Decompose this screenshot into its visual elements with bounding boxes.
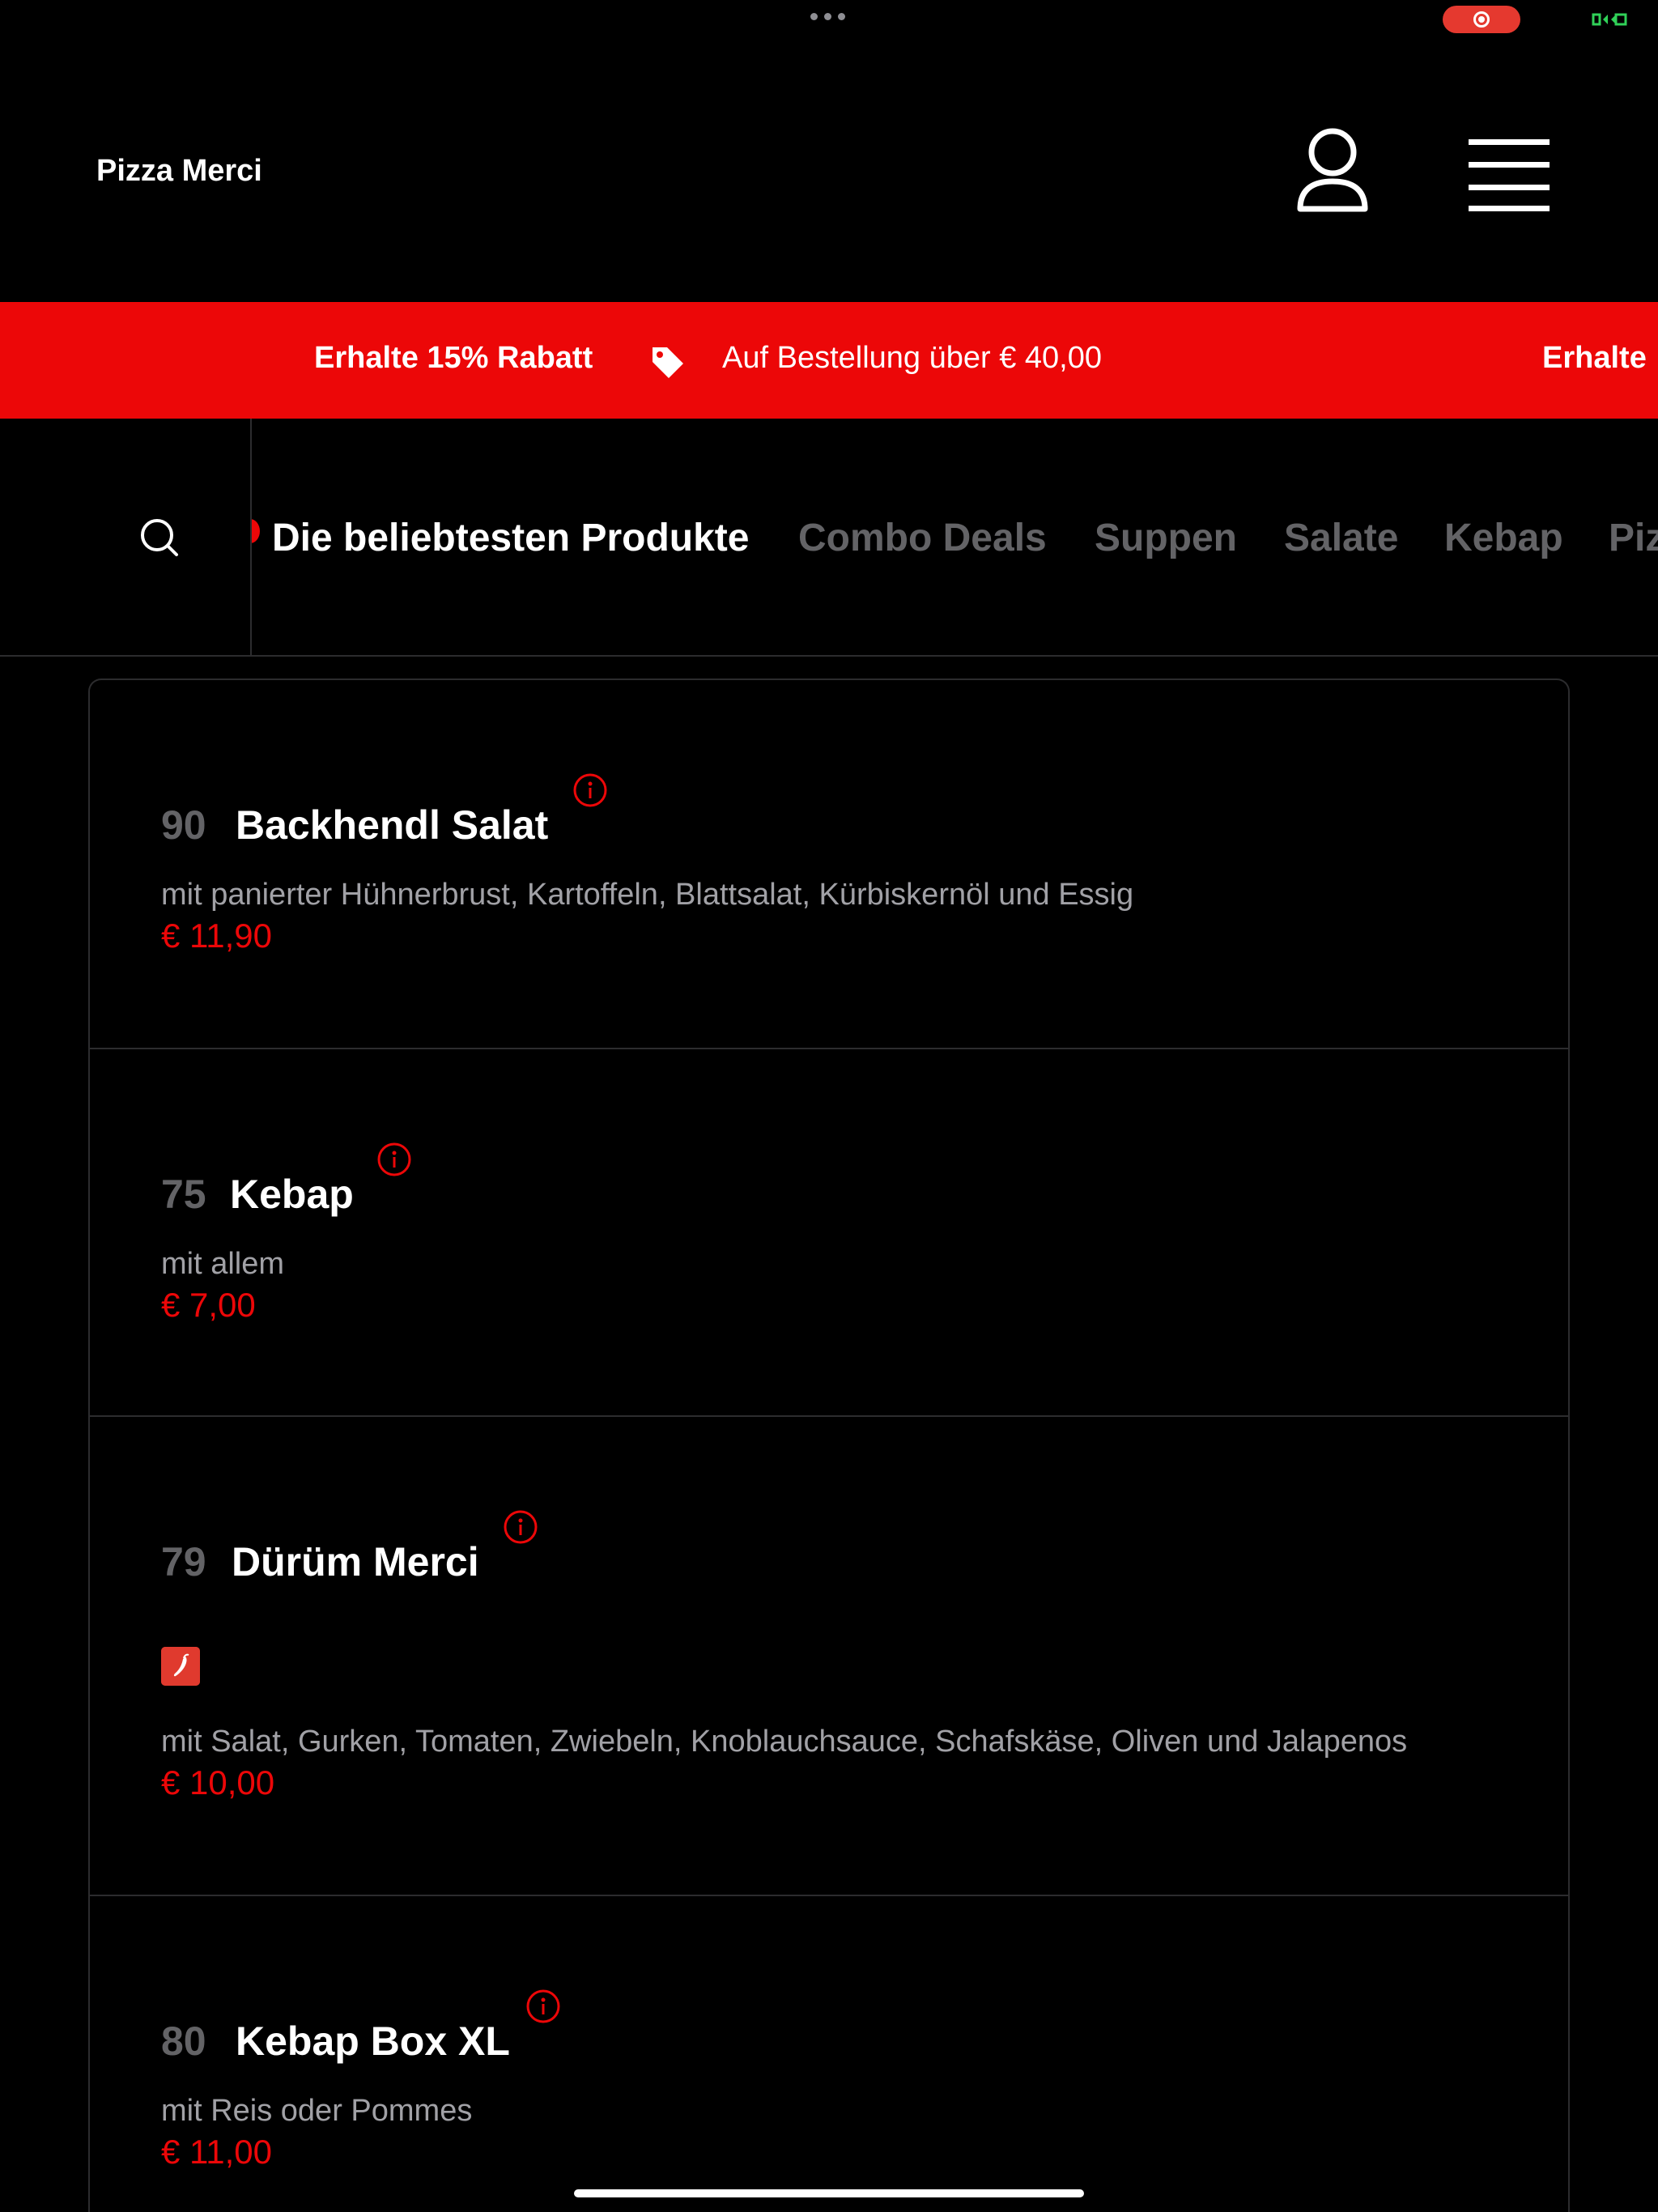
tab-popular-products[interactable]: Die beliebtesten Produkte <box>272 516 749 560</box>
tab-pizza[interactable]: Pizza <box>1609 516 1658 560</box>
menu-item-list: 90 Backhendl Salat mit panierter Hühnerb… <box>88 678 1570 2212</box>
item-price: € 10,00 <box>161 1763 275 1802</box>
info-icon[interactable] <box>525 1989 561 2024</box>
item-name: Kebap Box XL <box>236 2018 510 2064</box>
item-name: Kebap <box>230 1172 354 1217</box>
tab-combo-deals[interactable]: Combo Deals <box>798 516 1047 560</box>
camera-icon <box>1592 13 1627 26</box>
home-indicator[interactable] <box>574 2189 1084 2197</box>
promo-headline-repeat: Erhalte <box>1542 341 1647 375</box>
active-tab-indicator <box>252 519 260 543</box>
menu-item[interactable]: 79 Dürüm Merci mit Salat, Gurken, Tomate… <box>90 1417 1568 1896</box>
chili-pepper-icon <box>161 1647 200 1686</box>
item-price: € 11,90 <box>161 917 273 955</box>
menu-item[interactable]: 75 Kebap mit allem € 7,00 <box>90 1049 1568 1417</box>
promo-headline: Erhalte 15% Rabatt <box>314 341 593 375</box>
item-price: € 11,00 <box>161 2133 273 2171</box>
more-dots-icon[interactable] <box>810 13 846 24</box>
restaurant-title[interactable]: Pizza Merci <box>96 154 262 189</box>
item-description: mit Reis oder Pommes <box>161 2094 473 2128</box>
user-icon[interactable] <box>1292 125 1373 222</box>
promo-banner[interactable]: Erhalte 15% Rabatt Auf Bestellung über €… <box>0 302 1658 419</box>
search-icon[interactable] <box>138 516 183 561</box>
info-icon[interactable] <box>376 1142 412 1177</box>
item-number: 79 <box>161 1539 206 1585</box>
info-icon[interactable] <box>503 1509 538 1545</box>
info-icon[interactable] <box>572 772 608 808</box>
item-number: 80 <box>161 2018 206 2064</box>
item-name: Dürüm Merci <box>232 1539 479 1585</box>
tag-icon <box>653 347 683 378</box>
item-description: mit panierter Hühnerbrust, Kartoffeln, B… <box>161 878 1134 912</box>
item-description: mit allem <box>161 1247 285 1281</box>
promo-condition: Auf Bestellung über € 40,00 <box>722 341 1103 375</box>
item-price: € 7,00 <box>161 1286 256 1324</box>
menu-item[interactable]: 90 Backhendl Salat mit panierter Hühnerb… <box>90 680 1568 1049</box>
item-number: 75 <box>161 1172 206 1217</box>
menu-item[interactable]: 80 Kebap Box XL mit Reis oder Pommes € 1… <box>90 1896 1568 2212</box>
category-bar: Die beliebtesten Produkte Combo Deals Su… <box>0 419 1658 657</box>
item-name: Backhendl Salat <box>236 802 549 848</box>
item-description: mit Salat, Gurken, Tomaten, Zwiebeln, Kn… <box>161 1725 1408 1759</box>
tab-suppen[interactable]: Suppen <box>1095 516 1237 560</box>
category-tabs: Die beliebtesten Produkte Combo Deals Su… <box>252 419 1658 657</box>
item-number: 90 <box>161 802 206 848</box>
hamburger-menu-icon[interactable] <box>1462 133 1556 214</box>
screen-record-icon[interactable] <box>1443 6 1520 33</box>
tab-salate[interactable]: Salate <box>1284 516 1398 560</box>
tab-kebap[interactable]: Kebap <box>1444 516 1563 560</box>
